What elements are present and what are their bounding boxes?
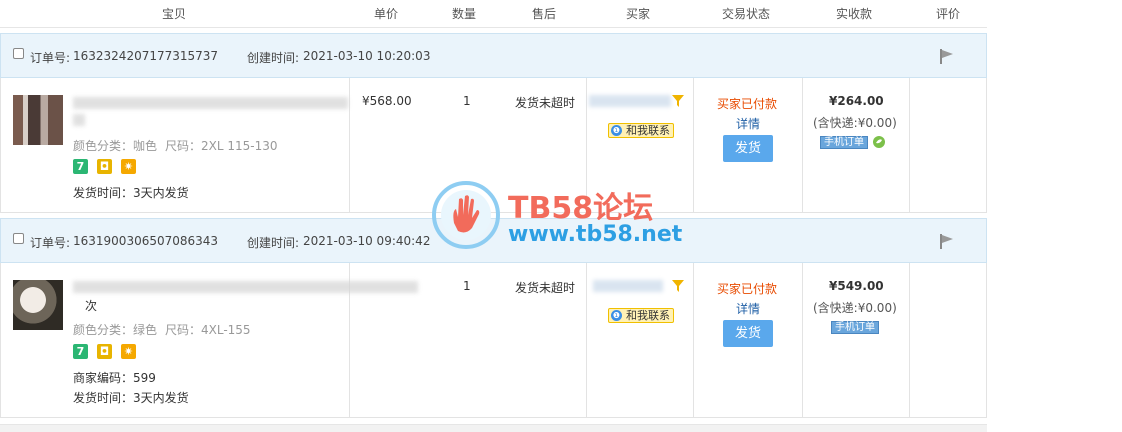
created-label: 创建时间: [247,51,300,65]
col-unit-price: 单价 [374,7,399,21]
col-item: 宝贝 [162,7,187,21]
sku-size: 尺码：4XL-155 [165,323,251,337]
detail-link[interactable]: 详情 [736,300,760,317]
filter-icon[interactable] [672,95,684,107]
mobile-order-tag: 手机订单 [820,136,868,149]
detail-link[interactable]: 详情 [736,115,760,132]
col-after-sale: 售后 [532,7,557,21]
order-checkbox[interactable] [13,48,24,59]
trade-status: 买家已付款 [717,282,778,296]
sku-color: 颜色分类：绿色 [73,323,158,337]
order-no: 1631900306507086343 [73,234,219,248]
product-thumbnail[interactable] [13,280,63,330]
ship-time: 发货时间：3天内发货 [73,186,189,200]
contact-me-button[interactable]: ❶ 和我联系 [608,308,674,323]
after-sale-status: 发货未超时 [515,96,576,110]
service-icon: ✷ [121,344,136,359]
filter-icon[interactable] [672,280,684,292]
guarantee-icon: ◘ [97,159,112,174]
buyer-name-blurred[interactable] [593,280,663,292]
buyer-name-blurred[interactable] [589,95,671,107]
order-checkbox[interactable] [13,233,24,244]
merchant-code: 商家编码：599 [73,371,156,385]
seven-day-return-icon: 7 [73,344,88,359]
col-buyer: 买家 [626,7,651,21]
ship-button[interactable]: 发货 [723,135,773,162]
contact-me-button[interactable]: ❶ 和我联系 [608,123,674,138]
seven-day-return-icon: 7 [73,159,88,174]
shipping-fee: (含快递:¥0.00) [813,301,897,315]
created-time: 2021-03-10 10:20:03 [303,49,431,63]
created-label: 创建时间: [247,236,300,250]
order-no-label: 订单号: [30,236,71,250]
amount: ¥264.00 [829,94,884,108]
quantity: 1 [463,279,471,293]
product-title-blurred[interactable] [73,97,348,109]
wangwang-icon: ❶ [611,125,622,136]
col-quantity: 数量 [452,7,477,21]
table-header: 宝贝 单价 数量 售后 买家 交易状态 实收款 评价 [0,0,987,28]
after-sale-status: 发货未超时 [515,281,576,295]
sku-color: 颜色分类：咖色 [73,139,158,153]
sku-size: 尺码：2XL 115-130 [165,139,278,153]
ship-button[interactable]: 发货 [723,320,773,347]
col-rating: 评价 [936,7,961,21]
flag-icon[interactable] [939,233,955,249]
unit-price: ¥568.00 [362,94,412,108]
leaf-icon [873,136,885,148]
mobile-order-tag: 手机订单 [831,321,879,334]
product-title-blurred-2 [73,114,85,126]
order-header: 订单号: 1632324207177315737 创建时间: 2021-03-1… [0,33,987,78]
ship-time: 发货时间：3天内发货 [73,391,189,405]
product-thumbnail[interactable] [13,95,63,145]
watermark: TB58论坛 www.tb58.net [432,181,702,251]
shipping-fee: (含快递:¥0.00) [813,116,897,130]
col-trade-status: 交易状态 [722,7,771,21]
amount: ¥549.00 [829,279,884,293]
guarantee-icon: ◘ [97,344,112,359]
order-no-label: 订单号: [30,51,71,65]
quantity: 1 [463,94,471,108]
service-icon: ✷ [121,159,136,174]
watermark-url: www.tb58.net [508,222,683,247]
flag-icon[interactable] [939,48,955,64]
col-amount: 实收款 [836,7,873,21]
product-title-blurred[interactable] [73,281,418,293]
hand-logo-icon [432,181,500,249]
product-title-tail: 次 [85,299,98,313]
order-body: 次 颜色分类：绿色 尺码：4XL-155 7 ◘ ✷ 商家编码：599 发货时间… [0,263,987,418]
trade-status: 买家已付款 [717,97,778,111]
wangwang-icon: ❶ [611,310,622,321]
watermark-brand: TB58论坛 [508,191,654,226]
order-no: 1632324207177315737 [73,49,219,63]
created-time: 2021-03-10 09:40:42 [303,234,431,248]
